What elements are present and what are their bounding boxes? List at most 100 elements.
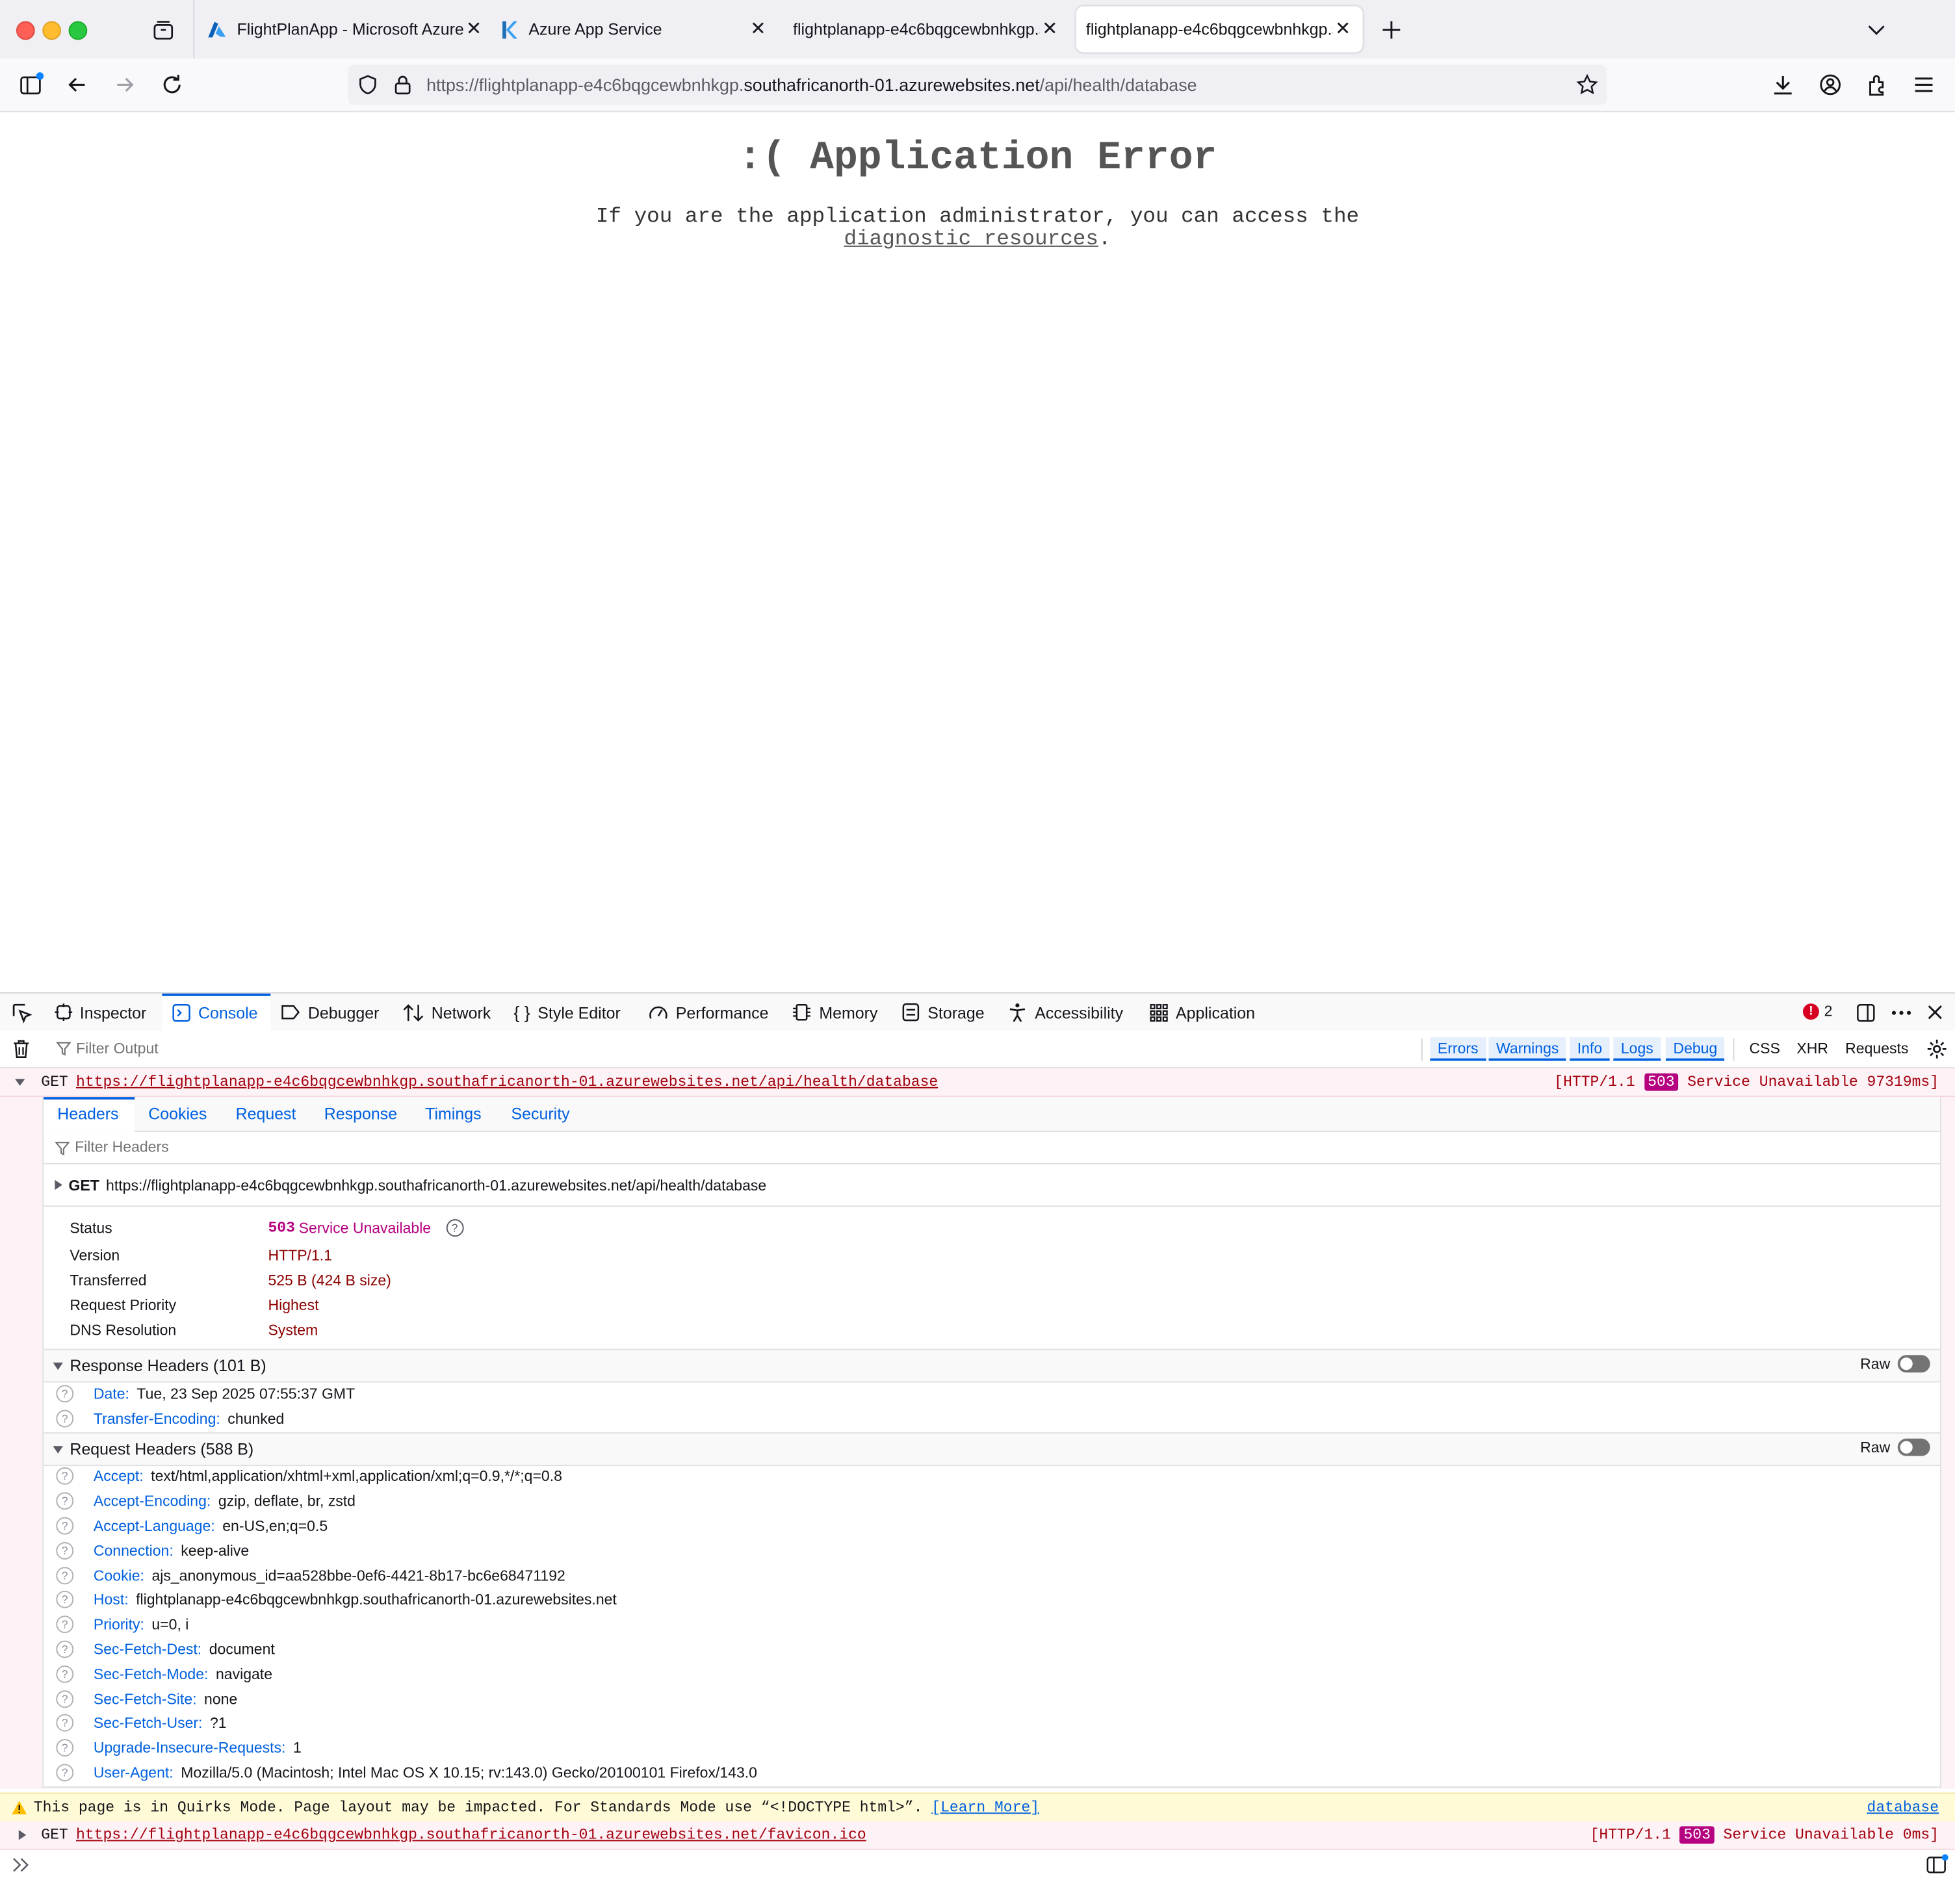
filter-xhr-button[interactable]: XHR xyxy=(1789,1037,1836,1061)
devtools-tab-inspector[interactable]: Inspector xyxy=(45,994,159,1031)
request-method: GET xyxy=(41,1073,68,1091)
element-picker-icon[interactable] xyxy=(10,1001,32,1023)
help-icon[interactable]: ? xyxy=(56,1739,74,1756)
raw-toggle[interactable]: Raw xyxy=(1860,1438,1930,1456)
raw-toggle[interactable]: Raw xyxy=(1860,1355,1930,1373)
help-icon[interactable]: ? xyxy=(56,1492,74,1510)
url-bar[interactable]: https://flightplanapp-e4c6bqgcewbnhkgp.s… xyxy=(348,64,1607,105)
menu-icon[interactable] xyxy=(1910,71,1937,98)
tracking-protection-shield-icon[interactable] xyxy=(357,73,380,96)
url-text[interactable]: https://flightplanapp-e4c6bqgcewbnhkgp.s… xyxy=(426,75,1197,95)
status-help-icon[interactable]: ? xyxy=(446,1219,464,1237)
editor-mode-icon[interactable] xyxy=(1926,1854,1949,1875)
details-tab-timings[interactable]: Timings xyxy=(425,1105,481,1124)
console-input[interactable] xyxy=(0,1849,1955,1904)
devtools-tab-debugger[interactable]: Debugger xyxy=(281,994,379,1031)
help-icon[interactable]: ? xyxy=(56,1409,74,1428)
downloads-icon[interactable] xyxy=(1769,71,1796,98)
help-icon[interactable]: ? xyxy=(56,1714,74,1732)
details-tab-request[interactable]: Request xyxy=(236,1105,296,1124)
details-tab-headers[interactable]: Headers xyxy=(57,1105,118,1124)
filter-logs-button[interactable]: Logs xyxy=(1613,1037,1661,1061)
console-network-message[interactable]: GET https://flightplanapp-e4c6bqgcewbnhk… xyxy=(0,1068,1955,1098)
tab-azure-portal[interactable]: FlightPlanApp - Microsoft Azure ✕ xyxy=(207,6,484,53)
close-window-button[interactable] xyxy=(16,21,35,40)
zoom-window-button[interactable] xyxy=(68,21,88,40)
devtools-tab-application[interactable]: Application xyxy=(1150,994,1255,1031)
request-line[interactable]: GET https://flightplanapp-e4c6bqgcewbnhk… xyxy=(44,1164,1940,1207)
reload-icon[interactable] xyxy=(159,71,186,98)
request-url-link[interactable]: https://flightplanapp-e4c6bqgcewbnhkgp.s… xyxy=(76,1826,866,1844)
warning-source-link[interactable]: database xyxy=(1867,1799,1939,1816)
devtools-tab-accessibility[interactable]: Accessibility xyxy=(1007,994,1123,1031)
devtools-tab-network[interactable]: Network xyxy=(403,994,491,1031)
expanded-twisty-icon[interactable] xyxy=(53,1361,64,1371)
help-icon[interactable]: ? xyxy=(56,1542,74,1560)
filter-warnings-button[interactable]: Warnings xyxy=(1488,1037,1566,1061)
collapsed-twisty-icon[interactable] xyxy=(53,1179,63,1190)
settings-gear-icon[interactable] xyxy=(1926,1038,1948,1060)
devtools-tab-performance[interactable]: Performance xyxy=(649,994,769,1031)
details-tab-security[interactable]: Security xyxy=(511,1105,570,1124)
filter-requests-button[interactable]: Requests xyxy=(1838,1037,1916,1061)
help-icon[interactable]: ? xyxy=(56,1517,74,1535)
help-icon[interactable]: ? xyxy=(56,1590,74,1608)
tab-app-service[interactable]: Azure App Service ✕ xyxy=(498,6,768,53)
request-url-link[interactable]: https://flightplanapp-e4c6bqgcewbnhkgp.s… xyxy=(76,1074,938,1091)
close-tab-icon[interactable]: ✕ xyxy=(748,19,768,40)
devtools-tab-memory[interactable]: Memory xyxy=(792,994,877,1031)
bookmark-star-icon[interactable] xyxy=(1576,73,1599,96)
close-devtools-icon[interactable] xyxy=(1926,1003,1944,1021)
account-icon[interactable] xyxy=(1817,71,1844,98)
response-headers-title: Response Headers (101 B) xyxy=(70,1356,266,1375)
diagnostic-resources-link[interactable]: diagnostic resources xyxy=(844,228,1098,251)
request-headers-section[interactable]: Request Headers (588 B) Raw xyxy=(44,1432,1940,1466)
chevron-down-icon[interactable] xyxy=(1865,20,1888,40)
details-tab-cookies[interactable]: Cookies xyxy=(148,1105,207,1124)
filter-headers-input[interactable]: Filter Headers xyxy=(44,1132,1940,1164)
help-icon[interactable]: ? xyxy=(56,1640,74,1658)
close-tab-icon[interactable]: ✕ xyxy=(1333,19,1353,40)
tab-flightplanapp-1[interactable]: flightplanapp-e4c6bqgcewbnhkgp.s ✕ xyxy=(793,6,1060,53)
filter-debug-button[interactable]: Debug xyxy=(1665,1037,1725,1061)
lock-icon[interactable] xyxy=(393,73,413,96)
help-icon[interactable]: ? xyxy=(56,1615,74,1634)
close-tab-icon[interactable]: ✕ xyxy=(464,19,484,40)
error-count-badge[interactable]: ! 2 xyxy=(1802,1002,1832,1020)
trash-icon[interactable] xyxy=(11,1038,31,1060)
learn-more-link[interactable]: [Learn More] xyxy=(931,1799,1039,1816)
help-icon[interactable]: ? xyxy=(56,1764,74,1782)
dock-side-icon[interactable] xyxy=(1856,1002,1877,1023)
help-icon[interactable]: ? xyxy=(56,1665,74,1683)
devtools-tab-style-editor[interactable]: { } Style Editor xyxy=(513,994,620,1031)
filter-info-button[interactable]: Info xyxy=(1570,1037,1610,1061)
filter-css-button[interactable]: CSS xyxy=(1742,1037,1787,1061)
raw-toggle-switch[interactable] xyxy=(1897,1438,1930,1456)
back-icon[interactable] xyxy=(64,71,91,98)
filter-errors-button[interactable]: Errors xyxy=(1430,1037,1486,1061)
filter-output-input[interactable]: Filter Output xyxy=(56,1040,159,1057)
tab-flightplanapp-active[interactable]: flightplanapp-e4c6bqgcewbnhkgp.s ✕ xyxy=(1076,6,1363,53)
collapsed-twisty-icon[interactable] xyxy=(16,1829,29,1841)
help-icon[interactable]: ? xyxy=(56,1385,74,1403)
help-icon[interactable]: ? xyxy=(56,1467,74,1485)
details-tab-response[interactable]: Response xyxy=(324,1105,397,1124)
devtools-tab-console[interactable]: Console xyxy=(162,993,271,1031)
forward-icon[interactable] xyxy=(111,71,138,98)
raw-toggle-switch[interactable] xyxy=(1897,1355,1930,1373)
expanded-twisty-icon[interactable] xyxy=(53,1445,64,1454)
help-icon[interactable]: ? xyxy=(56,1567,74,1585)
help-icon[interactable]: ? xyxy=(56,1690,74,1708)
extensions-icon[interactable] xyxy=(1864,71,1891,98)
devtools-tab-storage[interactable]: Storage xyxy=(901,994,985,1031)
new-tab-icon[interactable] xyxy=(1379,18,1404,42)
more-options-icon[interactable] xyxy=(1890,1002,1913,1023)
console-network-message[interactable]: GET https://flightplanapp-e4c6bqgcewbnhk… xyxy=(0,1821,1955,1850)
minimize-window-button[interactable] xyxy=(42,21,61,40)
firefox-view-icon[interactable] xyxy=(151,18,175,42)
expanded-twisty-icon[interactable] xyxy=(14,1076,26,1088)
response-headers-section[interactable]: Response Headers (101 B) Raw xyxy=(44,1348,1940,1383)
close-tab-icon[interactable]: ✕ xyxy=(1040,19,1060,40)
sidebar-icon[interactable] xyxy=(18,71,45,98)
console-warning-message[interactable]: This page is in Quirks Mode. Page layout… xyxy=(0,1792,1955,1823)
